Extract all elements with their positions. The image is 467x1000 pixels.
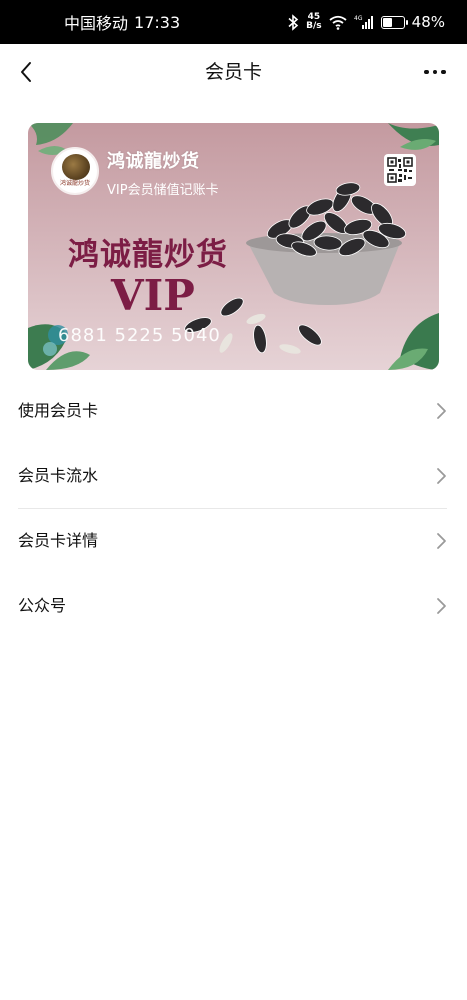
battery-icon [380,15,408,29]
page-title: 会员卡 [204,61,262,83]
status-right: 45 B/s 4G 48% [287,0,445,44]
store-logo-text: 鸿诚龍炒货 [59,180,90,187]
chevron-right-icon [437,598,446,614]
more-dots-icon [424,69,429,75]
battery-level [382,17,392,27]
chevron-right-icon [437,468,446,484]
network-speed-unit: B/s [306,21,322,31]
menu-item-card-transactions[interactable]: 会员卡流水 [0,443,467,508]
network-type-label: 4G [354,15,363,22]
qr-code-icon [387,157,413,183]
menu-item-label: 会员卡详情 [18,531,99,550]
card-headline: 鸿诚龍炒货 [68,237,228,273]
store-logo: 鸿诚龍炒货 [51,147,99,195]
leaf-decoration-bottom-right [388,313,439,370]
wifi-icon [329,15,347,30]
menu-item-use-card[interactable]: 使用会员卡 [0,378,467,443]
store-logo-image [62,154,90,180]
member-card[interactable]: 鸿诚龍炒货 鸿诚龍炒货 VIP会员储值记账卡 鸿诚龍炒货 VIP 6881 52… [28,123,439,370]
bluetooth-icon [288,13,299,31]
card-type-label: VIP会员储值记账卡 [107,183,219,198]
sunflower-seeds-pile [266,182,407,257]
card-vip-text: VIP [111,271,195,320]
back-button[interactable] [10,56,42,88]
carrier-name: 中国移动 [64,14,129,33]
menu-item-label: 使用会员卡 [18,401,99,420]
more-dot [441,69,446,75]
clock: 17:33 [134,12,181,32]
more-dot [432,69,438,75]
chevron-right-icon [437,403,446,419]
chevron-left-icon [21,62,31,82]
status-left: 中国移动 17:33 [64,0,180,44]
battery-percent: 48% [411,13,445,31]
menu-item-official-account[interactable]: 公众号 [0,573,467,638]
network-speed: 45 B/s [306,13,322,31]
card-menu-list: 使用会员卡 会员卡流水 会员卡详情 公众号 [0,378,467,638]
chevron-right-icon [437,533,446,549]
leaf-decoration-top-right [388,123,439,150]
qr-code-button[interactable] [384,154,416,186]
menu-item-card-details[interactable]: 会员卡详情 [0,508,467,573]
card-number: 6881 5225 5040 [58,325,221,346]
signal-icon: 4G [354,15,373,29]
menu-item-label: 公众号 [18,596,67,615]
store-name: 鸿诚龍炒货 [107,151,200,172]
menu-item-label: 会员卡流水 [18,466,99,485]
status-bar: 中国移动 17:33 45 B/s 4G 48% [0,0,467,44]
more-button[interactable] [417,58,453,86]
nav-bar: 会员卡 [0,44,467,100]
